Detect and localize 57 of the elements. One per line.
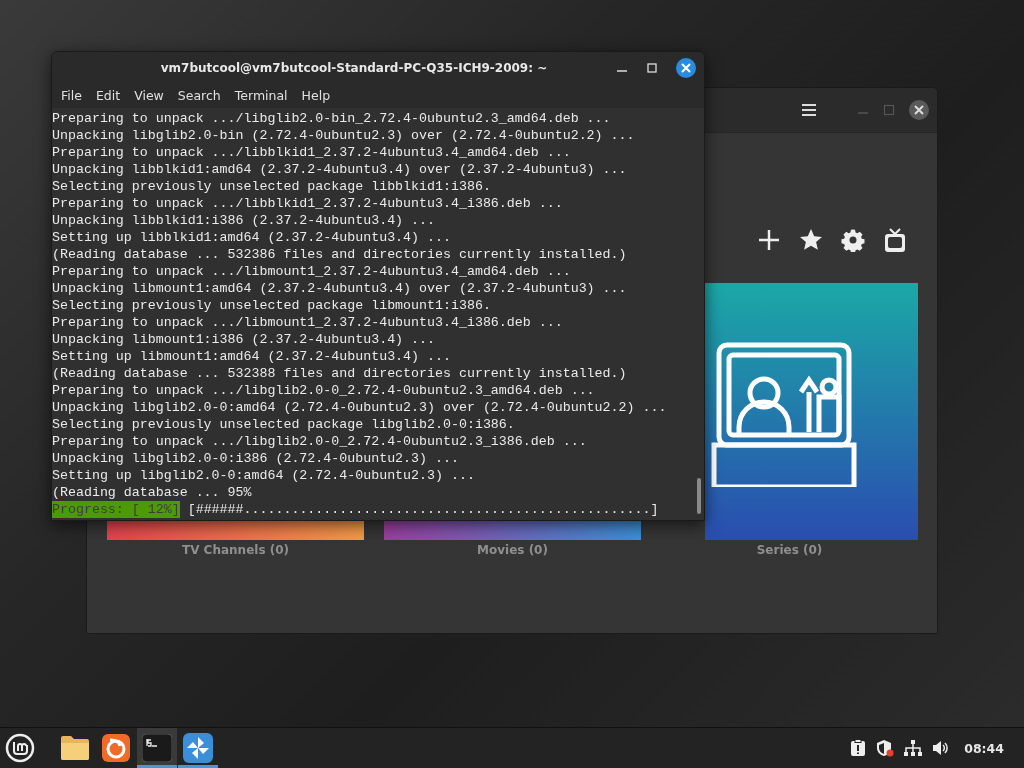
settings-icon[interactable] bbox=[841, 228, 865, 252]
terminal-line: Unpacking libglib2.0-0:amd64 (2.72.4-0ubuntu2.3) over (2.72.4-0ubuntu2.2) ... bbox=[52, 399, 668, 416]
menu-item[interactable]: Help bbox=[294, 88, 338, 103]
menu-icon[interactable] bbox=[801, 103, 817, 117]
category-image[interactable] bbox=[107, 520, 364, 540]
menu-item[interactable]: Terminal bbox=[227, 88, 295, 103]
category-image[interactable] bbox=[384, 520, 641, 540]
terminal-line: Unpacking libglib2.0-bin (2.72.4-0ubuntu2.3) over (2.72.4-0ubuntu2.2) ... bbox=[52, 127, 636, 144]
menu-item[interactable]: Search bbox=[170, 88, 228, 103]
add-icon[interactable] bbox=[757, 228, 781, 252]
terminal-line: Setting up libglib2.0-0:amd64 (2.72.4-0ubuntu2.3) ... bbox=[52, 467, 476, 484]
terminal-line: Selecting previously unselected package libblkid1:i386. bbox=[52, 178, 492, 195]
close-icon[interactable] bbox=[676, 57, 696, 78]
terminal-line: Setting up libmount1:amd64 (2.37.2-4ubuntu3.4) ... bbox=[52, 348, 452, 365]
star-icon[interactable] bbox=[799, 228, 823, 252]
taskbar-app-button[interactable] bbox=[137, 728, 177, 768]
menu-item[interactable]: View bbox=[127, 88, 171, 103]
folder-icon bbox=[60, 735, 90, 761]
terminal-icon bbox=[142, 734, 172, 762]
pinwheel-icon bbox=[183, 733, 213, 763]
category-label[interactable]: TV Channels (0) bbox=[101, 540, 370, 562]
browser-icon bbox=[102, 734, 130, 762]
network-icon[interactable] bbox=[904, 740, 923, 756]
close-icon[interactable] bbox=[909, 100, 929, 120]
clock[interactable]: 08:44 bbox=[964, 740, 1004, 756]
terminal-line: Unpacking libblkid1:amd64 (2.37.2-4ubuntu3.4) over (2.37.2-4ubuntu3) ... bbox=[52, 161, 628, 178]
category-image[interactable] bbox=[705, 283, 918, 540]
volume-icon[interactable] bbox=[932, 740, 951, 756]
terminal-line: Preparing to unpack .../libmount1_2.37.2-4ubuntu3.4_amd64.deb ... bbox=[52, 263, 572, 280]
progress-text: [######...................................................] bbox=[187, 501, 659, 518]
terminal-line: Unpacking libmount1:i386 (2.37.2-4ubuntu3.4) ... bbox=[52, 331, 436, 348]
category-label[interactable]: Movies (0) bbox=[378, 540, 647, 562]
terminal-line: Preparing to unpack .../libglib2.0-0_2.72.4-0ubuntu2.3_i386.deb ... bbox=[52, 433, 588, 450]
terminal-line: Preparing to unpack .../libglib2.0-0_2.72.4-0ubuntu2.3_amd64.deb ... bbox=[52, 382, 596, 399]
mint-logo-icon[interactable] bbox=[5, 733, 35, 763]
scrollbar-thumb[interactable] bbox=[697, 478, 701, 514]
terminal-line: Preparing to unpack .../libblkid1_2.37.2-4ubuntu3.4_i386.deb ... bbox=[52, 195, 564, 212]
menu-item[interactable]: Edit bbox=[88, 88, 128, 103]
window-title: vm7butcool@vm7butcool-Standard-PC-Q35-ICH9-2009: ~ bbox=[159, 60, 549, 75]
terminal-line: (Reading database ... 532388 files and directories currently installed.) bbox=[52, 365, 628, 382]
terminal-line: Preparing to unpack .../libmount1_2.37.2-4ubuntu3.4_i386.deb ... bbox=[52, 314, 564, 331]
tv-icon[interactable] bbox=[883, 228, 907, 254]
menu-item[interactable]: File bbox=[54, 88, 89, 103]
terminal-line: Unpacking libmount1:amd64 (2.37.2-4ubuntu3.4) over (2.37.2-4ubuntu3) ... bbox=[52, 280, 628, 297]
terminal-line: Unpacking libglib2.0-0:i386 (2.72.4-0ubuntu2.3) ... bbox=[52, 450, 460, 467]
terminal-line: Setting up libblkid1:amd64 (2.37.2-4ubuntu3.4) ... bbox=[52, 229, 452, 246]
terminal-line: (Reading database ... 95% bbox=[52, 484, 253, 501]
terminal-line: Preparing to unpack .../libblkid1_2.37.2-4ubuntu3.4_amd64.deb ... bbox=[52, 144, 572, 161]
shield-icon[interactable] bbox=[876, 739, 895, 757]
terminal-line: (Reading database ... 532386 files and directories currently installed.) bbox=[52, 246, 628, 263]
terminal-line: Unpacking libblkid1:i386 (2.37.2-4ubuntu3.4) ... bbox=[52, 212, 436, 229]
terminal-line: Preparing to unpack .../libglib2.0-bin_2.72.4-0ubuntu2.3_amd64.deb ... bbox=[52, 110, 612, 127]
clipboard-alert-icon[interactable] bbox=[850, 739, 867, 757]
terminal-line: Selecting previously unselected package libmount1:i386. bbox=[52, 297, 492, 314]
terminal-line: Selecting previously unselected package libglib2.0-0:i386. bbox=[52, 416, 516, 433]
progress-label: Progress: [ 12%] bbox=[52, 501, 180, 518]
category-label[interactable]: Series (0) bbox=[655, 540, 924, 562]
